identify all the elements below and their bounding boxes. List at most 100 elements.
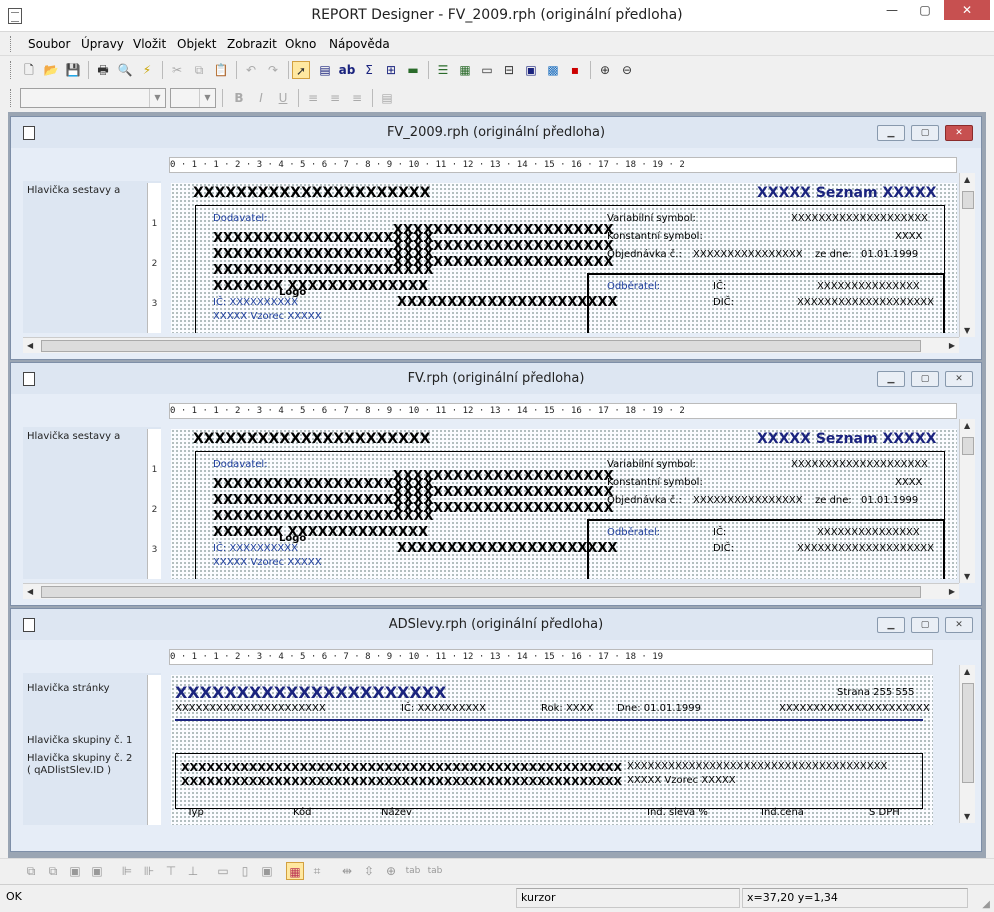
print-icon[interactable]: 🖶 <box>94 61 112 79</box>
scroll-down-icon[interactable]: ▼ <box>964 572 970 581</box>
zoom-out-icon[interactable]: ⊖ <box>618 61 636 79</box>
bold-button[interactable]: B <box>230 89 248 107</box>
expression-icon[interactable]: ⊞ <box>382 61 400 79</box>
properties-icon[interactable]: ▤ <box>378 89 396 107</box>
scroll-up-icon[interactable]: ▲ <box>964 667 970 676</box>
scroll-down-icon[interactable]: ▼ <box>964 812 970 821</box>
header-field[interactable]: XXXXXXXXXXXXXXXXXXXXXX <box>193 431 430 447</box>
konstantni-value[interactable]: XXXX <box>895 231 922 242</box>
odberatel-label[interactable]: Odběratel: <box>607 281 660 292</box>
header-right-field[interactable]: XXXXXXXXXXXXXXXXXXXXXX <box>779 703 930 714</box>
scroll-right-icon[interactable]: ▶ <box>949 587 955 596</box>
pointer-icon[interactable]: ➚ <box>292 61 310 79</box>
scroll-up-icon[interactable]: ▲ <box>964 175 970 184</box>
italic-button[interactable]: I <box>252 89 270 107</box>
window-maximize-button[interactable]: ▢ <box>911 617 939 633</box>
space-horizontal-icon[interactable]: ⇹ <box>338 862 356 880</box>
dodavatel-label[interactable]: Dodavatel: <box>213 459 268 470</box>
same-width-icon[interactable]: ▭ <box>214 862 232 880</box>
section-label[interactable]: Hlavička sestavy a <box>27 431 120 442</box>
dic-label[interactable]: DIČ: <box>713 543 734 554</box>
chart-icon[interactable]: ▩ <box>544 61 562 79</box>
send-back-icon[interactable]: ⧉ <box>44 862 62 880</box>
group-right-field[interactable]: XXXXXXXXXXXXXXXXXXXXXXXXXXXXXXXXXXXXXX <box>627 761 887 772</box>
window-close-button[interactable]: ✕ <box>945 125 973 141</box>
ze-dne-label[interactable]: ze dne: <box>815 249 852 260</box>
window-title-bar[interactable]: ADSlevy.rph (originální předloha) ▁ ▢ ✕ <box>11 609 981 640</box>
vzorec-field[interactable]: XXXXX Vzorec XXXXX <box>213 557 322 568</box>
vertical-scrollbar[interactable]: ▲ ▼ <box>959 665 975 823</box>
align-top-edges-icon[interactable]: ⊤ <box>162 862 180 880</box>
supplier-line[interactable]: XXXXXXX XXXXXXXXXXXXXX <box>213 279 428 294</box>
scroll-thumb[interactable] <box>962 437 974 455</box>
date-value[interactable]: 01.01.1999 <box>861 495 918 506</box>
menu-objekt[interactable]: Objekt <box>177 37 216 51</box>
window-minimize-button[interactable]: ▁ <box>877 617 905 633</box>
horizontal-scrollbar[interactable]: ◀ ▶ <box>23 337 959 353</box>
date-value[interactable]: 01.01.1999 <box>861 249 918 260</box>
col-nazev[interactable]: Název <box>381 807 412 818</box>
menu-okno[interactable]: Okno <box>285 37 316 51</box>
window-close-button[interactable]: ✕ <box>945 371 973 387</box>
konstantni-value[interactable]: XXXX <box>895 477 922 488</box>
report-canvas[interactable]: XXXXXXXXXXXXXXXXXXXXXX Strana 255 555 XX… <box>171 675 933 825</box>
print-preview-icon[interactable]: 🔍 <box>116 61 134 79</box>
dic-label[interactable]: DIČ: <box>713 297 734 308</box>
maximize-button[interactable]: ▢ <box>911 0 939 20</box>
menu-vlozit[interactable]: Vložit <box>133 37 166 51</box>
align-center-icon[interactable]: ≡ <box>326 89 344 107</box>
copy-icon[interactable]: ⧉ <box>190 61 208 79</box>
align-left-edges-icon[interactable]: ⊫ <box>118 862 136 880</box>
section-label[interactable]: Hlavička sestavy a <box>27 185 120 196</box>
paste-icon[interactable]: 📋 <box>212 61 230 79</box>
line-icon[interactable]: ▬ <box>404 61 422 79</box>
col-s-dph[interactable]: S DPH <box>869 807 900 818</box>
ic-value[interactable]: XXXXXXXXXXXXXXX <box>817 527 920 538</box>
address-line[interactable]: XXXXXXXXXXXXXXXXXXXXXX <box>393 255 614 270</box>
address-line[interactable]: XXXXXXXXXXXXXXXXXXXXXX <box>393 501 614 516</box>
page-number-field[interactable]: Strana 255 555 <box>837 687 915 698</box>
grid-icon[interactable]: ▦ <box>286 862 304 880</box>
same-size-icon[interactable]: ▣ <box>258 862 276 880</box>
center-icon[interactable]: ⊕ <box>382 862 400 880</box>
menu-napoveda[interactable]: Nápověda <box>329 37 390 51</box>
align-right-icon[interactable]: ≡ <box>348 89 366 107</box>
sum-icon[interactable]: Σ <box>360 61 378 79</box>
objednavka-label[interactable]: Objednávka č.: <box>607 495 682 506</box>
konstantni-label[interactable]: Konstantní symbol: <box>607 231 703 242</box>
scroll-thumb[interactable] <box>41 340 921 352</box>
menu-zobrazit[interactable]: Zobrazit <box>227 37 277 51</box>
variabilni-label[interactable]: Variabilní symbol: <box>607 213 696 224</box>
window-minimize-button[interactable]: ▁ <box>877 125 905 141</box>
band-icon[interactable]: ☰ <box>434 61 452 79</box>
variabilni-value[interactable]: XXXXXXXXXXXXXXXXXXXX <box>791 459 928 470</box>
snap-icon[interactable]: ⌗ <box>308 862 326 880</box>
report-window-fv[interactable]: FV.rph (originální předloha) ▁ ▢ ✕ 0 · 1… <box>10 362 982 606</box>
scroll-left-icon[interactable]: ◀ <box>27 341 33 350</box>
page-header-title[interactable]: XXXXXXXXXXXXXXXXXXXXXX <box>175 683 446 702</box>
rok-field[interactable]: Rok: XXXX <box>541 703 593 714</box>
toolbar-grip[interactable] <box>10 89 13 107</box>
report-window-fv2009[interactable]: FV_2009.rph (originální předloha) ▁ ▢ ✕ … <box>10 116 982 360</box>
address-line[interactable]: XXXXXXXXXXXXXXXXXXXXXX <box>393 239 614 254</box>
scroll-left-icon[interactable]: ◀ <box>27 587 33 596</box>
run-icon[interactable]: ⚡ <box>138 61 156 79</box>
dic-value[interactable]: XXXXXXXXXXXXXXXXXXXX <box>797 543 934 554</box>
chevron-down-icon[interactable]: ▼ <box>199 89 215 107</box>
undo-icon[interactable]: ↶ <box>242 61 260 79</box>
ze-dne-label[interactable]: ze dne: <box>815 495 852 506</box>
page-header-icon[interactable]: ▭ <box>478 61 496 79</box>
address-line[interactable]: XXXXXXXXXXXXXXXXXXXXXX <box>397 295 618 310</box>
section-label-group2-key[interactable]: ( qADlistSlev.ID ) <box>27 765 111 776</box>
variabilni-label[interactable]: Variabilní symbol: <box>607 459 696 470</box>
close-button[interactable]: ✕ <box>944 0 990 20</box>
report-canvas[interactable]: XXXXXXXXXXXXXXXXXXXXXX XXXXX Seznam XXXX… <box>171 183 957 333</box>
align-left-icon[interactable]: ≡ <box>304 89 322 107</box>
zoom-in-icon[interactable]: ⊕ <box>596 61 614 79</box>
ic-label[interactable]: IČ: <box>713 281 726 292</box>
resize-grip-icon[interactable]: ◢ <box>982 899 990 910</box>
align-bottom-edges-icon[interactable]: ⊥ <box>184 862 202 880</box>
window-minimize-button[interactable]: ▁ <box>877 371 905 387</box>
tab-order-icon[interactable]: tab <box>404 862 422 880</box>
report-window-adslevy[interactable]: ADSlevy.rph (originální předloha) ▁ ▢ ✕ … <box>10 608 982 852</box>
